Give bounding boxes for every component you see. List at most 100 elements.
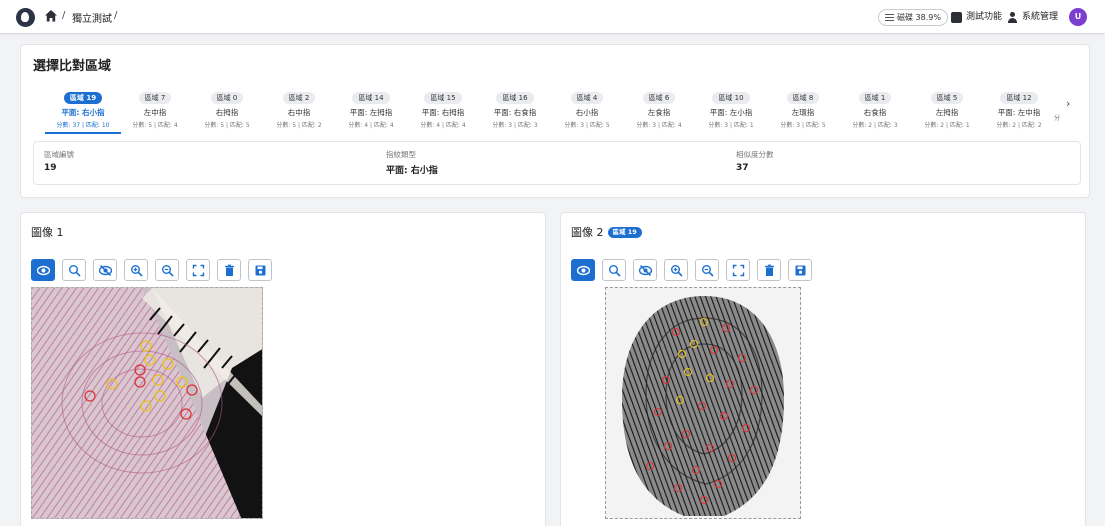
zoom-out-icon	[701, 264, 714, 277]
eye-button[interactable]	[571, 259, 595, 281]
region-tab[interactable]: 區域 14 平面: 左拇指 分數: 4 | 匹配: 4	[337, 85, 405, 131]
region-id-value: 19	[44, 163, 57, 173]
disk-usage-chip[interactable]: 磁碟 38.9%	[878, 9, 948, 26]
region-tab-chip: 區域 0	[210, 92, 244, 104]
similarity-value: 37	[736, 163, 749, 173]
region-id-label: 區域編號	[44, 150, 74, 159]
region-tab-finger-type: 平面: 右食指	[493, 108, 537, 117]
list-icon	[885, 14, 894, 21]
zoom-in-button[interactable]	[124, 259, 148, 281]
region-tabs: 區域 19 平面: 右小指 分數: 37 | 匹配: 10 區域 7 左中指分數: 5 …	[45, 85, 1059, 134]
eye-button[interactable]	[31, 259, 55, 281]
region-tab-finger-type: 平面: 右拇指	[421, 108, 465, 117]
region-tab-score: 分數: 3 | 匹配: 5	[780, 122, 826, 129]
image-2-toolbar	[571, 259, 812, 281]
home-icon[interactable]	[44, 9, 58, 23]
region-tab-finger-type: 右小指	[575, 108, 599, 117]
region-tab[interactable]: 區域 12 平面: 左中指 分數: 2 | 匹配: 2	[985, 85, 1053, 131]
breadcrumb-separator: /	[114, 10, 118, 21]
fit-screen-button[interactable]	[186, 259, 210, 281]
latent-print-image	[32, 288, 262, 518]
region-tab-finger-type: 左環指	[791, 108, 815, 117]
region-tab[interactable]: 區域 0 右拇指分數: 5 | 匹配: 5	[193, 85, 261, 131]
region-info-box: 區域編號 19 指紋類型 平面: 右小指 相似度分數 37	[33, 141, 1081, 185]
eye-off-button[interactable]	[93, 259, 117, 281]
region-tab[interactable]: 區域 5 左拇指 分數: 2 | 匹配: 1	[913, 85, 981, 131]
zoom-out-icon	[161, 264, 174, 277]
region-tab-finger-type: 平面: 左中指	[997, 108, 1041, 117]
breadcrumb-current[interactable]: 獨立測試	[72, 10, 112, 25]
tabs-next-chevron-icon[interactable]: ›	[1066, 97, 1070, 110]
region-tab-finger-type: 右拇指	[215, 108, 239, 117]
finger-type-value: 平面: 右小指	[386, 166, 438, 176]
zoom-in-icon	[670, 264, 683, 277]
delete-button[interactable]	[757, 259, 781, 281]
image-2-region-badge: 區域 19	[607, 226, 642, 238]
zoom-out-button[interactable]	[695, 259, 719, 281]
reference-print-image	[606, 288, 800, 518]
zoom-out-button[interactable]	[155, 259, 179, 281]
image-1-panel: 圖像 1	[20, 212, 546, 526]
image-2-canvas[interactable]	[605, 287, 801, 519]
app-logo-icon[interactable]	[16, 8, 35, 27]
region-tab-chip: 區域 16	[496, 92, 534, 104]
region-tab-chip: 區域 4	[570, 92, 604, 104]
region-tab-finger-type: 左食指	[647, 108, 671, 117]
eye-icon	[576, 265, 590, 275]
similarity-field: 相似度分數 37	[736, 149, 774, 173]
test-feature-button[interactable]: 測試功能	[951, 9, 1002, 25]
region-tab-finger-type: 平面: 左小指	[709, 108, 753, 117]
fit-screen-button[interactable]	[726, 259, 750, 281]
zoom-in-button[interactable]	[664, 259, 688, 281]
region-tab-score: 分數: 3 | 匹配: 3	[492, 122, 538, 129]
zoom-area-icon	[68, 264, 81, 277]
system-admin-button[interactable]: 系統管理	[1007, 9, 1058, 25]
save-button[interactable]	[788, 259, 812, 281]
region-tab[interactable]: 區域 4 右小指 分數: 3 | 匹配: 5	[553, 85, 621, 131]
region-tab-chip: 區域 12	[1000, 92, 1038, 104]
region-tab-score: 分數: 3 | 匹配: 1	[708, 122, 754, 129]
image-1-title: 圖像 1	[31, 224, 64, 240]
image-1-title-text: 圖像 1	[31, 226, 64, 239]
image-1-canvas[interactable]	[31, 287, 263, 519]
region-tab[interactable]: 區域 15 平面: 右拇指 分數: 4 | 匹配: 4	[409, 85, 477, 131]
region-tab-score: 分數: 4 | 匹配: 4	[420, 122, 466, 129]
breadcrumb-separator: /	[62, 10, 66, 21]
region-tab-finger-type: 左拇指	[935, 108, 959, 117]
zoom-area-button[interactable]	[602, 259, 626, 281]
region-tab-score: 分數: 37 | 匹配: 10	[56, 122, 110, 129]
region-tab[interactable]: 區域 7 左中指 分數: 5 | 匹配: 4	[121, 85, 189, 131]
region-tab-score: 分數: 2 | 匹配: 3	[852, 122, 898, 129]
save-icon	[255, 265, 265, 275]
region-tab-chip: 區域 7	[138, 92, 172, 104]
region-tab[interactable]: 區域 6 左食指 分數: 3 | 匹配: 4	[625, 85, 693, 131]
eye-off-button[interactable]	[633, 259, 657, 281]
eye-icon	[36, 265, 50, 275]
zoom-area-button[interactable]	[62, 259, 86, 281]
region-tab[interactable]: 區域 8 左環指 分數: 3 | 匹配: 5	[769, 85, 837, 131]
region-tab[interactable]: 區域 2 右中指 分數: 5 | 匹配: 2	[265, 85, 333, 131]
test-feature-label: 測試功能	[966, 12, 1003, 22]
region-tab-chip: 區域 6	[642, 92, 676, 104]
similarity-label: 相似度分數	[736, 150, 774, 159]
admin-user-icon	[1007, 11, 1018, 23]
region-tab-score: 分數: 5 | 匹配: 5	[204, 122, 250, 129]
region-tab[interactable]: 區域 10 平面: 左小指 分數: 3 | 匹配: 1	[697, 85, 765, 131]
region-tab-finger-type: 左中指	[143, 108, 167, 117]
region-panel-title: 選擇比對區域	[33, 59, 112, 74]
region-tab-chip: 區域 19	[63, 92, 103, 104]
zoom-in-icon	[130, 264, 143, 277]
region-tab-finger-type: 右中指	[287, 108, 311, 117]
region-selection-panel: 選擇比對區域 區域 19 平面: 右小指 分數: 37 | 匹配: 10 區域 7 左中…	[20, 44, 1090, 198]
region-tab[interactable]: 區域 1 右食指 分數: 2 | 匹配: 3	[841, 85, 909, 131]
region-tab[interactable]: 區域 19 平面: 右小指 分數: 37 | 匹配: 10	[45, 85, 121, 134]
save-button[interactable]	[248, 259, 272, 281]
region-tab[interactable]: 區域 16 平面: 右食指 分數: 3 | 匹配: 3	[481, 85, 549, 131]
region-tab-chip: 區域 2	[282, 92, 316, 104]
fit-screen-icon	[192, 264, 204, 276]
region-tab-finger-type: 平面: 右小指	[61, 108, 105, 117]
delete-button[interactable]	[217, 259, 241, 281]
region-tab-finger-type: 平面: 左拇指	[349, 108, 393, 117]
user-avatar[interactable]: U	[1069, 8, 1087, 26]
save-icon	[795, 265, 805, 275]
